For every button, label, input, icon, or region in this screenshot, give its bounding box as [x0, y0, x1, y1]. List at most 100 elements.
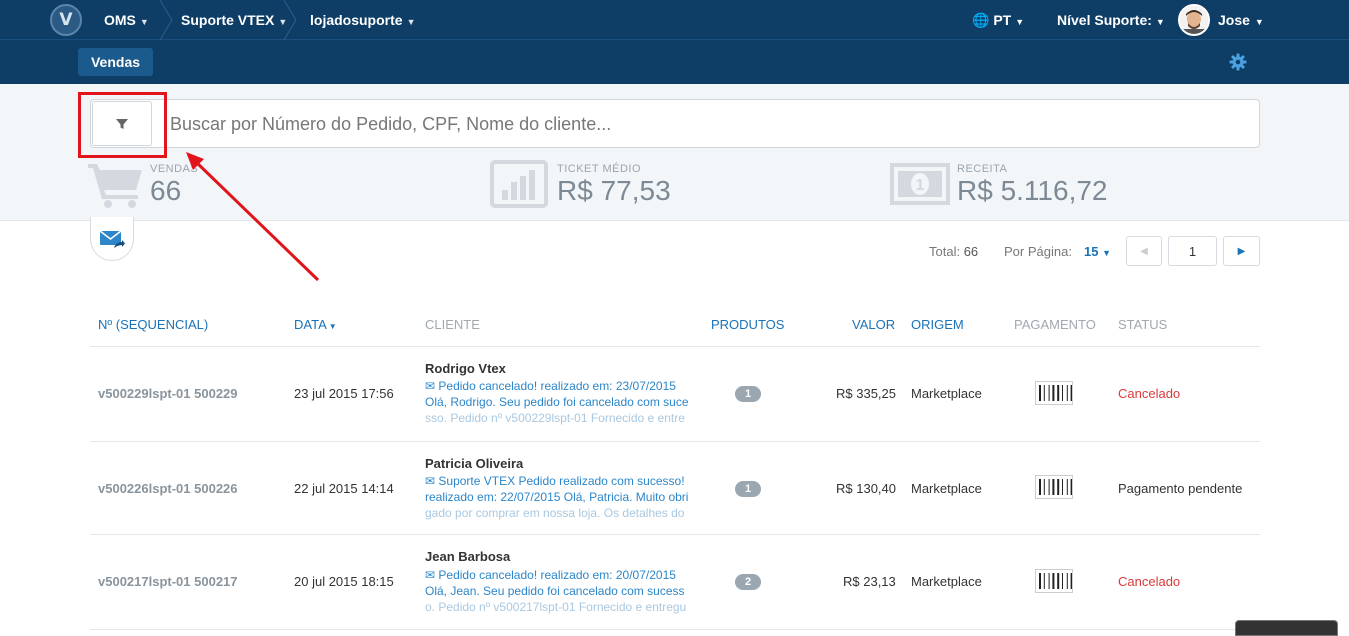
client-name: Jean Barbosa	[425, 549, 511, 564]
chevron-right-icon: ▶	[1237, 245, 1246, 257]
chevron-down-icon: ▼	[1015, 17, 1025, 27]
order-id[interactable]: v500229lspt-01 500229	[98, 386, 238, 401]
order-origin: Marketplace	[911, 481, 982, 496]
table-divider	[90, 534, 1260, 535]
user-avatar[interactable]	[1178, 4, 1210, 36]
chevron-down-icon: ▼	[1254, 17, 1264, 27]
chevron-down-icon: ▼	[139, 17, 149, 27]
order-status: Cancelado	[1118, 574, 1181, 589]
order-value: R$ 130,40	[836, 481, 896, 496]
order-value: R$ 335,25	[836, 386, 896, 401]
order-id[interactable]: v500217lspt-01 500217	[98, 574, 238, 589]
column-header-products[interactable]: PRODUTOS	[711, 317, 784, 332]
language-selector[interactable]: 🌐 PT ▼	[972, 0, 1024, 40]
breadcrumb-separator-icon	[282, 0, 298, 40]
products-badge: 2	[735, 574, 761, 590]
stat-receita-value: R$ 5.116,72	[957, 175, 1108, 206]
vtex-logo-icon[interactable]: V	[50, 4, 82, 36]
chevron-left-icon: ◀	[1140, 245, 1148, 257]
client-name: Patricia Oliveira	[425, 456, 524, 471]
stat-receita-label: RECEITA	[957, 163, 1008, 175]
order-origin: Marketplace	[911, 386, 982, 401]
column-header-value[interactable]: VALOR	[852, 317, 895, 332]
page-number-input[interactable]: 1	[1168, 236, 1217, 266]
message-line: Olá, Rodrigo. Seu pedido foi cancelado c…	[425, 395, 689, 409]
column-header-label: DATA	[294, 317, 327, 332]
products-badge: 1	[735, 386, 761, 402]
table-divider	[90, 346, 1260, 347]
breadcrumb-label: OMS	[104, 12, 136, 28]
message-line: realizado em: 22/07/2015 Olá, Patricia. …	[425, 490, 689, 504]
stat-vendas-label: VENDAS	[150, 163, 199, 175]
per-page-select[interactable]: 15 ▼	[1084, 244, 1111, 259]
sort-desc-icon: ▼	[328, 322, 337, 331]
support-level-selector[interactable]: Nível Suporte: ▼	[1057, 0, 1165, 40]
caret-down-icon: ▼	[1102, 248, 1112, 258]
per-page-value: 15	[1084, 244, 1099, 259]
message-line: gado por comprar em nossa loja. Os detal…	[425, 506, 685, 520]
breadcrumb-label: Suporte VTEX	[181, 12, 275, 28]
total-label: Total:	[929, 244, 961, 259]
column-header-id[interactable]: Nº (SEQUENCIAL)	[98, 317, 208, 332]
user-menu[interactable]: Jose ▼	[1218, 0, 1264, 40]
per-page-label: Por Página:	[1004, 244, 1072, 259]
support-level-label: Nível Suporte:	[1057, 12, 1152, 28]
envelope-icon: ✉	[425, 568, 436, 582]
message-line: Pedido cancelado! realizado em: 20/07/20…	[438, 568, 676, 582]
message-line: sso. Pedido nº v500229lspt-01 Fornecido …	[425, 411, 685, 425]
column-header-origin[interactable]: ORIGEM	[911, 317, 964, 332]
barcode-icon	[1035, 475, 1073, 499]
client-name: Rodrigo Vtex	[425, 361, 506, 376]
barcode-icon	[1035, 381, 1073, 405]
message-line: Olá, Jean. Seu pedido foi cancelado com …	[425, 584, 685, 598]
column-header-date[interactable]: DATA ▼	[294, 317, 337, 332]
email-forward-icon	[99, 229, 125, 248]
shopping-cart-icon	[88, 164, 142, 208]
floating-widget[interactable]	[1235, 620, 1338, 636]
client-message[interactable]: ✉ Suporte VTEX Pedido realizado com suce…	[425, 473, 700, 521]
stat-ticket-label: TICKET MÉDIO	[557, 163, 642, 175]
breadcrumb-label: lojadosuporte	[310, 12, 403, 28]
next-page-button[interactable]: ▶	[1223, 236, 1260, 266]
gear-icon[interactable]	[1228, 52, 1248, 72]
breadcrumb-oms[interactable]: OMS ▼	[104, 0, 149, 40]
search-input[interactable]	[170, 108, 1250, 140]
stat-vendas-value: 66	[150, 175, 182, 206]
breadcrumb-separator-icon	[158, 0, 174, 40]
client-message[interactable]: ✉ Pedido cancelado! realizado em: 20/07/…	[425, 567, 700, 615]
bar-chart-icon	[490, 160, 548, 208]
column-header-client: CLIENTE	[425, 317, 480, 332]
envelope-icon: ✉	[425, 474, 436, 488]
money-bill-icon: 1	[890, 163, 950, 205]
table-divider	[90, 441, 1260, 442]
chevron-down-icon: ▼	[406, 17, 416, 27]
order-status: Pagamento pendente	[1118, 481, 1243, 496]
tab-vendas[interactable]: Vendas	[78, 48, 153, 76]
order-date: 22 jul 2015 14:14	[294, 481, 394, 496]
user-name: Jose	[1218, 12, 1250, 28]
top-navbar: V OMS ▼ Suporte VTEX ▼ lojadosuporte ▼ 🌐 PT…	[0, 0, 1349, 40]
globe-icon: 🌐	[972, 13, 990, 29]
order-status: Cancelado	[1118, 386, 1181, 401]
message-line: Suporte VTEX Pedido realizado com sucess…	[438, 474, 685, 488]
breadcrumb-store[interactable]: lojadosuporte ▼	[310, 0, 415, 40]
email-export-button[interactable]	[90, 217, 134, 261]
order-id[interactable]: v500226lspt-01 500226	[98, 481, 238, 496]
chevron-down-icon: ▼	[1155, 17, 1165, 27]
oms-app: V OMS ▼ Suporte VTEX ▼ lojadosuporte ▼ 🌐 PT…	[0, 0, 1349, 636]
table-divider	[90, 629, 1260, 630]
products-badge: 1	[735, 481, 761, 497]
order-date: 23 jul 2015 17:56	[294, 386, 394, 401]
message-line: o. Pedido nº v500217lspt-01 Fornecido e …	[425, 600, 687, 614]
svg-text:1: 1	[916, 177, 925, 194]
filter-highlight-annotation	[78, 92, 167, 158]
stat-ticket-value: R$ 77,53	[557, 175, 671, 206]
total-count: Total: 66	[929, 244, 978, 259]
barcode-icon	[1035, 569, 1073, 593]
page-number: 1	[1188, 243, 1197, 259]
language-label: PT	[993, 12, 1012, 28]
prev-page-button[interactable]: ◀	[1126, 236, 1162, 266]
client-message[interactable]: ✉ Pedido cancelado! realizado em: 23/07/…	[425, 378, 700, 426]
envelope-icon: ✉	[425, 379, 436, 393]
breadcrumb-account[interactable]: Suporte VTEX ▼	[181, 0, 287, 40]
